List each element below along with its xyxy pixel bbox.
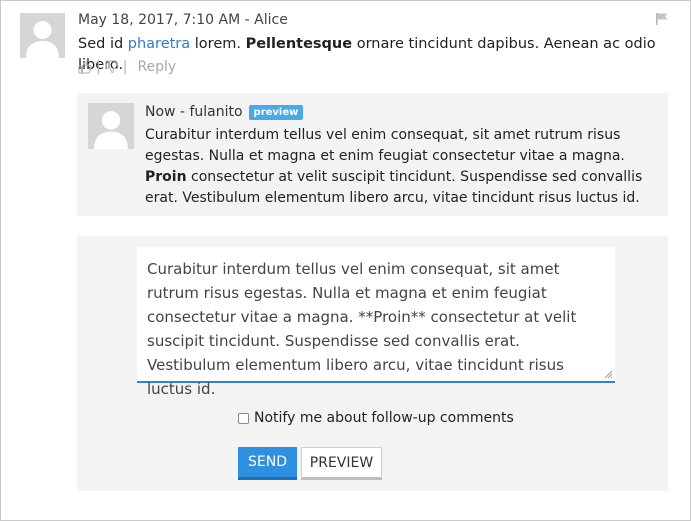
reply-text-segment: Curabitur interdum tellus vel enim conse… bbox=[145, 127, 625, 164]
thumbs-up-icon[interactable] bbox=[78, 60, 92, 74]
user-silhouette-icon bbox=[20, 13, 65, 58]
avatar bbox=[88, 103, 134, 149]
resize-handle-icon[interactable] bbox=[603, 369, 613, 379]
avatar bbox=[20, 13, 65, 58]
comment-actions: | | Reply bbox=[78, 58, 176, 76]
notify-option[interactable]: Notify me about follow-up comments bbox=[238, 410, 514, 426]
comment-bold-text: Pellentesque bbox=[245, 36, 353, 52]
reply-author-time: Now - fulanito bbox=[145, 104, 243, 120]
comment-textarea[interactable]: Curabitur interdum tellus vel enim conse… bbox=[137, 247, 615, 398]
reply-bold-text: Proin bbox=[145, 169, 187, 185]
thumbs-down-icon[interactable] bbox=[105, 60, 119, 74]
send-button[interactable]: SEND bbox=[238, 447, 297, 480]
preview-badge: preview bbox=[248, 105, 304, 120]
reply-text-segment: consectetur at velit suscipit tincidunt.… bbox=[145, 169, 643, 206]
reply-meta: Now - fulanito preview bbox=[145, 104, 304, 120]
notify-label: Notify me about follow-up comments bbox=[254, 410, 514, 426]
comment-text-segment: lorem. bbox=[190, 36, 246, 52]
comment-meta: May 18, 2017, 7:10 AM - Alice bbox=[78, 12, 288, 28]
action-separator: | bbox=[122, 59, 128, 75]
flag-icon[interactable] bbox=[655, 12, 669, 26]
comment-text-segment: Sed id bbox=[78, 36, 128, 52]
textarea-value: Curabitur interdum tellus vel enim conse… bbox=[147, 260, 577, 398]
notify-checkbox[interactable] bbox=[238, 412, 249, 424]
user-silhouette-icon bbox=[88, 103, 134, 149]
preview-button[interactable]: PREVIEW bbox=[301, 447, 382, 480]
action-separator: | bbox=[96, 59, 101, 75]
reply-link[interactable]: Reply bbox=[137, 59, 176, 75]
reply-text: Curabitur interdum tellus vel enim conse… bbox=[145, 125, 660, 209]
pharetra-link[interactable]: pharetra bbox=[128, 36, 190, 52]
